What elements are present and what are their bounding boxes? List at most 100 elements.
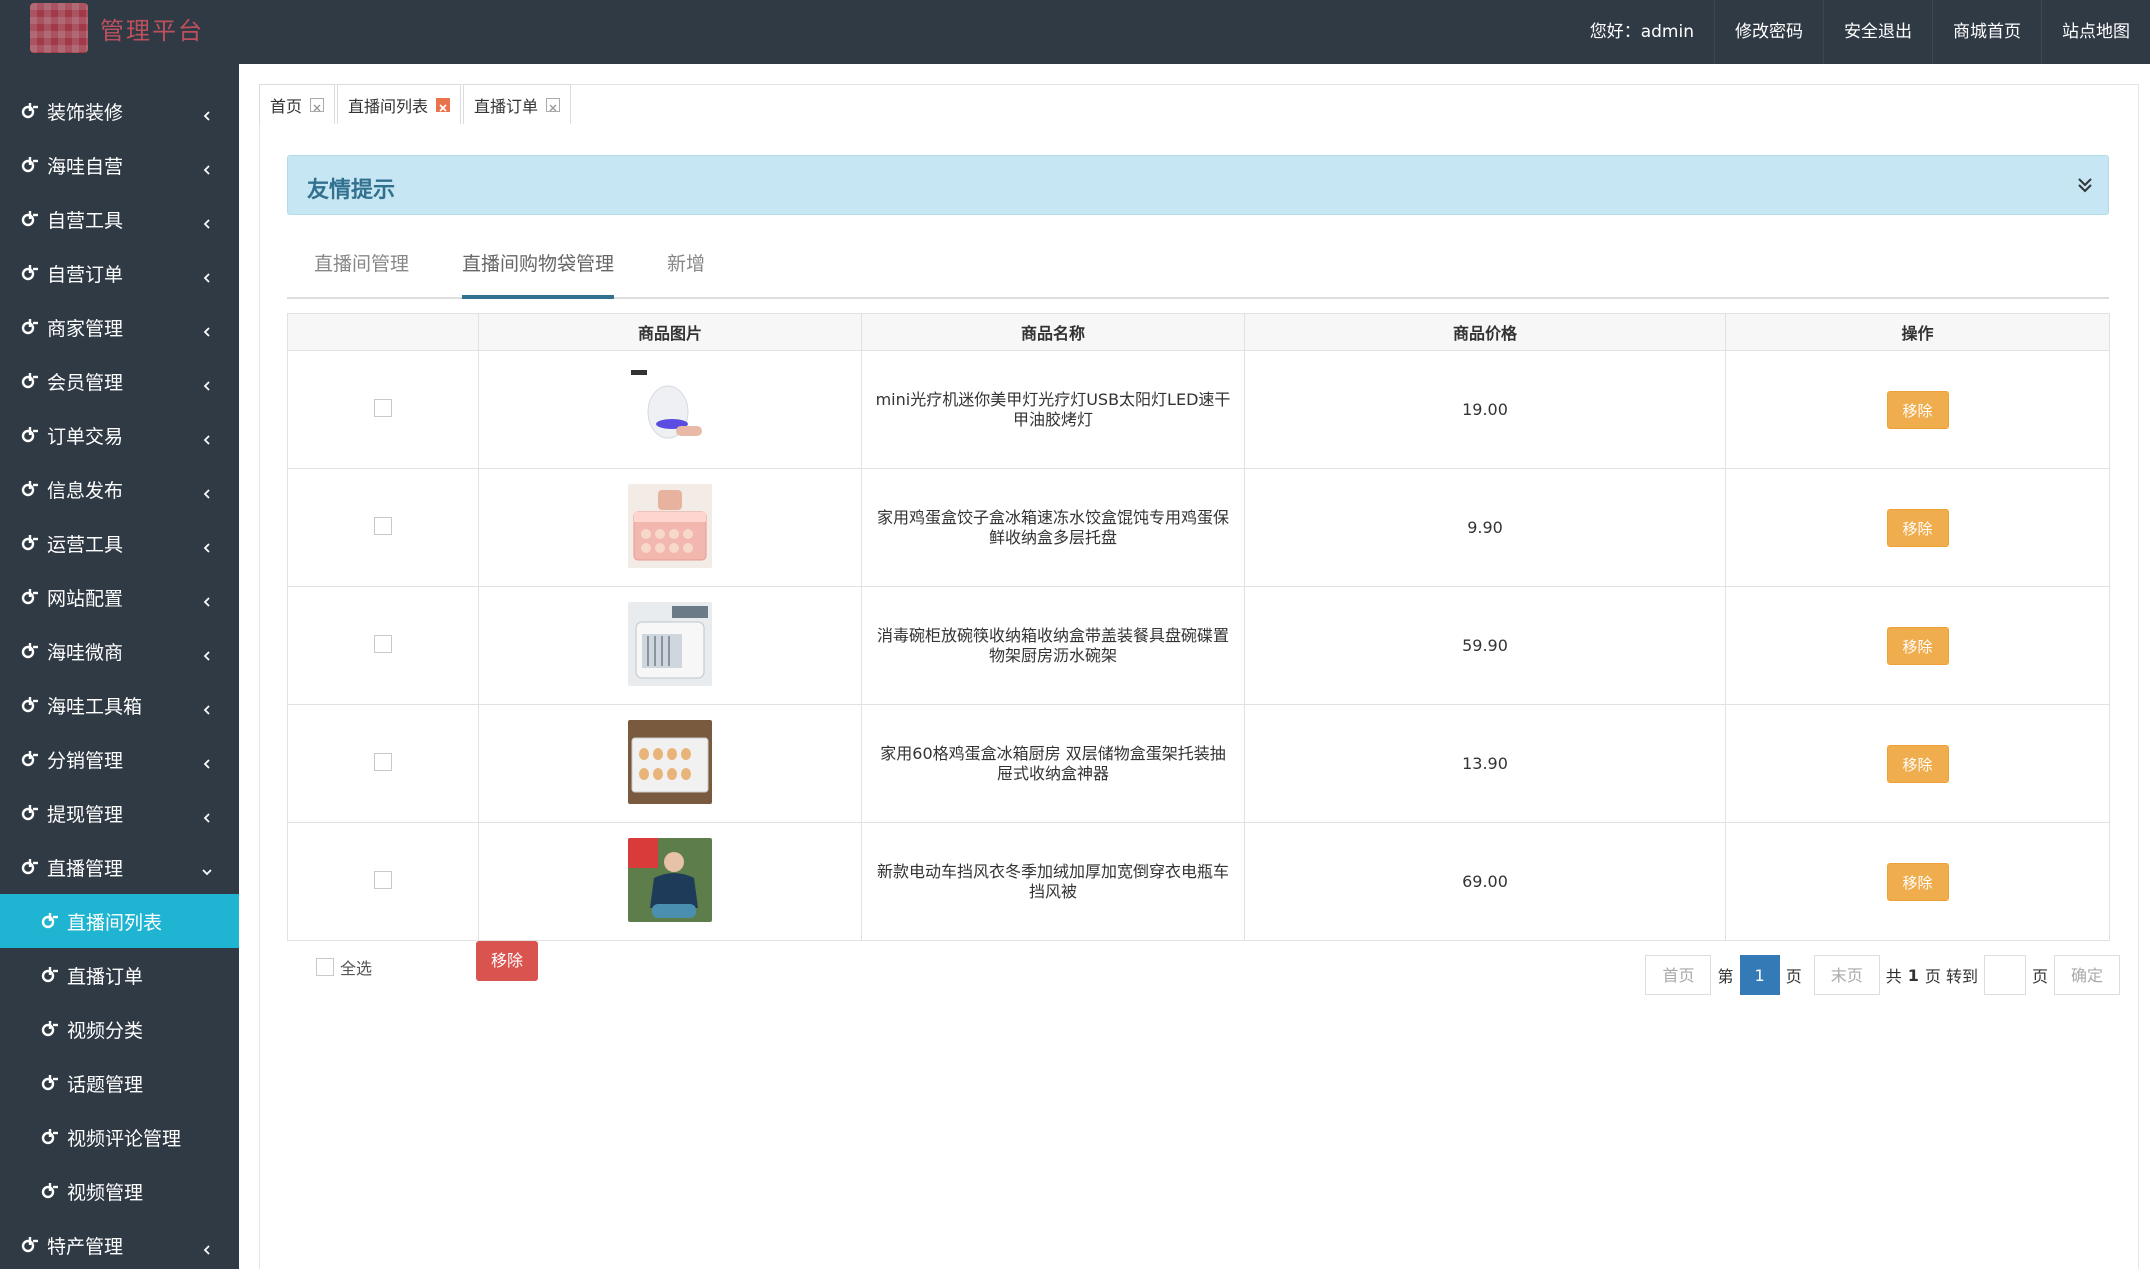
menu-hand-icon xyxy=(40,965,60,985)
sidebar-item-label: 直播订单 xyxy=(67,965,144,988)
remove-button[interactable]: 移除 xyxy=(1886,626,1949,665)
sidebar-item[interactable]: 海哇自营 xyxy=(0,138,239,192)
menu-hand-icon xyxy=(20,263,40,283)
sidebar-subitem[interactable]: 直播间列表 xyxy=(0,894,239,948)
select-all-checkbox[interactable] xyxy=(316,958,334,976)
sidebar-item[interactable]: 商家管理 xyxy=(0,300,239,354)
chevron-left-icon xyxy=(201,267,213,283)
subtab-add[interactable]: 新增 xyxy=(667,239,705,299)
tips-title: 友情提示 xyxy=(307,178,396,203)
sidebar-item-label: 特产管理 xyxy=(47,1235,124,1258)
sidebar-item[interactable]: 提现管理 xyxy=(0,786,239,840)
close-icon[interactable] xyxy=(310,97,325,112)
products-table: 商品图片 商品名称 商品价格 操作 mini光疗机迷你美甲灯光疗灯USB太阳灯L… xyxy=(287,313,2110,941)
product-image xyxy=(628,365,712,450)
remove-button[interactable]: 移除 xyxy=(1886,862,1949,901)
menu-hand-icon xyxy=(20,587,40,607)
sidebar-item[interactable]: 运营工具 xyxy=(0,516,239,570)
confirm-goto-button[interactable]: 确定 xyxy=(2053,955,2120,995)
chevron-left-icon xyxy=(201,429,213,445)
row-checkbox[interactable] xyxy=(374,398,392,417)
pager-text: 第 xyxy=(1717,967,1734,986)
top-nav: 您好：admin 修改密码 安全退出 商城首页 站点地图 xyxy=(1570,0,2150,64)
close-icon[interactable] xyxy=(546,97,561,112)
last-page-button[interactable]: 末页 xyxy=(1813,955,1880,995)
sidebar-item-label: 分销管理 xyxy=(47,749,124,772)
product-price: 19.00 xyxy=(1244,350,1726,469)
menu-hand-icon xyxy=(20,857,40,877)
menu-hand-icon xyxy=(20,641,40,661)
sidebar-item-label: 提现管理 xyxy=(47,803,124,826)
product-price: 69.00 xyxy=(1244,822,1726,941)
sidebar-item[interactable]: 特产管理 xyxy=(0,1218,239,1269)
col-header-image: 商品图片 xyxy=(478,313,862,351)
double-chevron-down-icon[interactable] xyxy=(2076,176,2094,194)
sidebar-item[interactable]: 订单交易 xyxy=(0,408,239,462)
sidebar-item-label: 自营订单 xyxy=(47,263,124,286)
sidebar-subitem[interactable]: 视频管理 xyxy=(0,1164,239,1218)
row-checkbox[interactable] xyxy=(374,752,392,771)
row-checkbox[interactable] xyxy=(374,870,392,889)
col-header-action: 操作 xyxy=(1725,313,2110,351)
sidebar-item[interactable]: 自营订单 xyxy=(0,246,239,300)
first-page-button[interactable]: 首页 xyxy=(1645,955,1712,995)
pager-text: 页 xyxy=(2031,967,2048,986)
product-name: 消毒碗柜放碗筷收纳箱收纳盒带盖装餐具盘碗碟置物架厨房沥水碗架 xyxy=(876,625,1229,665)
sidebar-item[interactable]: 海哇微商 xyxy=(0,624,239,678)
tab-home[interactable]: 首页 xyxy=(259,84,336,124)
sidebar-item[interactable]: 装饰装修 xyxy=(0,84,239,138)
chevron-left-icon xyxy=(201,699,213,715)
pager-text: 页 xyxy=(1785,967,1802,986)
bulk-remove-button[interactable]: 移除 xyxy=(476,941,538,981)
mall-home-link[interactable]: 商城首页 xyxy=(1932,0,2041,64)
sidebar-subitem[interactable]: 话题管理 xyxy=(0,1056,239,1110)
product-price: 59.90 xyxy=(1244,586,1726,705)
remove-button[interactable]: 移除 xyxy=(1886,508,1949,547)
remove-button[interactable]: 移除 xyxy=(1886,744,1949,783)
sidebar-item[interactable]: 直播管理 xyxy=(0,840,239,894)
sidebar-subitem[interactable]: 直播订单 xyxy=(0,948,239,1002)
close-icon[interactable] xyxy=(436,97,451,112)
tab-label: 直播订单 xyxy=(474,96,539,116)
chevron-left-icon xyxy=(201,105,213,121)
tips-panel[interactable]: 友情提示 xyxy=(287,155,2109,215)
sidebar-item[interactable]: 网站配置 xyxy=(0,570,239,624)
logout-link[interactable]: 安全退出 xyxy=(1823,0,1932,64)
menu-hand-icon xyxy=(40,1019,60,1039)
sidebar-item[interactable]: 会员管理 xyxy=(0,354,239,408)
sidebar-item[interactable]: 分销管理 xyxy=(0,732,239,786)
sidebar-item[interactable]: 自营工具 xyxy=(0,192,239,246)
remove-button[interactable]: 移除 xyxy=(1886,390,1949,429)
product-price: 13.90 xyxy=(1244,704,1726,823)
row-checkbox[interactable] xyxy=(374,516,392,535)
table-row: 家用60格鸡蛋盒冰箱厨房 双层储物盒蛋架托装抽屉式收纳盒神器 13.90 移除 xyxy=(287,704,2110,823)
site-map-link[interactable]: 站点地图 xyxy=(2041,0,2150,64)
product-image xyxy=(628,837,712,922)
sidebar-subitem[interactable]: 视频评论管理 xyxy=(0,1110,239,1164)
tab-live-orders[interactable]: 直播订单 xyxy=(463,84,572,124)
subtab-live-room-manage[interactable]: 直播间管理 xyxy=(314,239,409,299)
change-password-link[interactable]: 修改密码 xyxy=(1714,0,1823,64)
product-image xyxy=(628,601,712,686)
menu-hand-icon xyxy=(20,533,40,553)
current-page-button[interactable]: 1 xyxy=(1739,955,1780,995)
product-price: 9.90 xyxy=(1244,468,1726,587)
sidebar-item[interactable]: 信息发布 xyxy=(0,462,239,516)
product-image xyxy=(628,483,712,568)
subtab-shopping-bag[interactable]: 直播间购物袋管理 xyxy=(462,239,615,299)
sidebar-subitem[interactable]: 视频分类 xyxy=(0,1002,239,1056)
goto-page-input[interactable] xyxy=(1983,955,2026,995)
menu-hand-icon xyxy=(20,1235,40,1255)
row-checkbox[interactable] xyxy=(374,634,392,653)
sidebar-item-label: 视频分类 xyxy=(67,1019,144,1042)
chevron-left-icon xyxy=(201,159,213,175)
main-area: 首页 直播间列表 直播订单 友情提示 直播间管理 直播间购物袋管理 新增 商品图… xyxy=(239,64,2150,1269)
product-name: 家用60格鸡蛋盒冰箱厨房 双层储物盒蛋架托装抽屉式收纳盒神器 xyxy=(880,743,1226,783)
menu-hand-icon xyxy=(40,911,60,931)
table-row: 家用鸡蛋盒饺子盒冰箱速冻水饺盒馄饨专用鸡蛋保鲜收纳盒多层托盘 9.90 移除 xyxy=(287,468,2110,587)
table-row: 消毒碗柜放碗筷收纳箱收纳盒带盖装餐具盘碗碟置物架厨房沥水碗架 59.90 移除 xyxy=(287,586,2110,705)
sidebar-item[interactable]: 海哇工具箱 xyxy=(0,678,239,732)
tab-live-room-list[interactable]: 直播间列表 xyxy=(337,84,462,124)
chevron-left-icon xyxy=(201,645,213,661)
menu-hand-icon xyxy=(20,749,40,769)
